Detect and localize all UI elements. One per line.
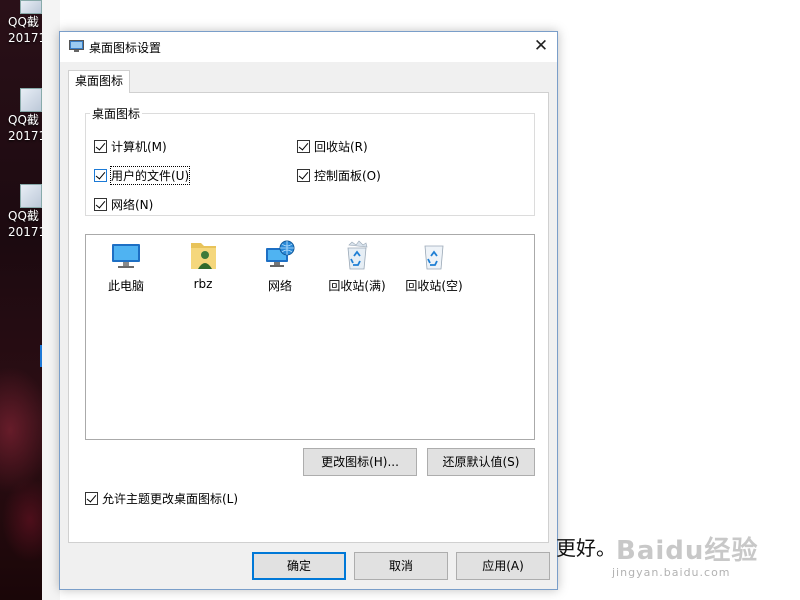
desktop-icon-sublabel: 20171	[8, 31, 42, 45]
allow-theme-change-checkbox[interactable]: 允许主题更改桌面图标(L)	[85, 490, 238, 507]
desktop-icon[interactable]: QQ截 20171	[0, 184, 42, 240]
desktop-icon-label: QQ截	[8, 113, 39, 127]
change-icon-button[interactable]: 更改图标(H)...	[303, 448, 417, 476]
icon-item-user-folder[interactable]: rbz	[165, 239, 241, 291]
desktop-icons-group: 桌面图标 计算机(M) 回收站(R) 用户的文件(U) 控制面板(O) 网络(N…	[85, 105, 535, 216]
group-label: 桌面图标	[92, 107, 141, 121]
recycle-bin-checkbox[interactable]: 回收站(R)	[297, 138, 368, 155]
file-thumbnail-icon	[20, 88, 42, 112]
control-panel-checkbox[interactable]: 控制面板(O)	[297, 167, 381, 184]
icon-label: 回收站(空)	[405, 279, 463, 293]
icon-label: 网络	[267, 279, 292, 293]
checkbox-box[interactable]	[85, 492, 98, 505]
user-files-checkbox[interactable]: 用户的文件(U)	[94, 166, 191, 185]
network-checkbox[interactable]: 网络(N)	[94, 196, 153, 213]
checkbox-box[interactable]	[297, 169, 310, 182]
computer-checkbox[interactable]: 计算机(M)	[94, 138, 167, 155]
checkbox-label: 回收站(R)	[314, 140, 368, 154]
checkbox-label: 计算机(M)	[111, 140, 167, 154]
icon-list[interactable]: 此电脑 rbz 网络 回收站(满) 回收站(空)	[85, 234, 535, 440]
desktop-icon-sublabel: 20171	[8, 129, 42, 143]
checkbox-box[interactable]	[94, 140, 107, 153]
ok-button[interactable]: 确定	[252, 552, 346, 580]
desktop-icon-label: QQ截	[8, 15, 39, 29]
desktop-background: QQ截 20171 QQ截 20171 QQ截 20171	[0, 0, 42, 600]
icon-item-network[interactable]: 网络	[242, 239, 318, 294]
icon-label: 此电脑	[107, 279, 144, 293]
monitor-icon	[69, 40, 84, 52]
icon-label: 回收站(满)	[328, 279, 386, 293]
close-icon: ✕	[533, 36, 549, 56]
file-thumbnail-icon	[20, 0, 42, 14]
user-folder-icon	[191, 243, 216, 269]
icon-item-recycle-bin-full[interactable]: 回收站(满)	[319, 239, 395, 294]
icon-item-this-pc[interactable]: 此电脑	[88, 239, 164, 294]
checkbox-label: 网络(N)	[111, 198, 154, 212]
icon-label: rbz	[193, 277, 213, 291]
dialog-title: 桌面图标设置	[89, 41, 162, 55]
background-text: 更好。	[556, 536, 616, 560]
desktop-icon-label: QQ截	[8, 209, 39, 223]
recycle-bin-full-icon	[347, 240, 368, 270]
checkbox-box[interactable]	[94, 198, 107, 211]
recycle-bin-empty-icon	[424, 245, 444, 270]
file-thumbnail-icon	[20, 184, 42, 208]
computer-icon	[112, 244, 140, 268]
cancel-button[interactable]: 取消	[354, 552, 448, 580]
desktop-icon[interactable]: QQ截 20171	[0, 0, 42, 46]
watermark-logo: Baidu经验	[616, 536, 759, 566]
checkbox-label: 控制面板(O)	[314, 169, 381, 183]
checkbox-label: 用户的文件(U)	[109, 166, 191, 185]
desktop-icon-sublabel: 20171	[8, 225, 42, 239]
checkbox-label: 允许主题更改桌面图标(L)	[102, 492, 239, 506]
checkbox-box[interactable]	[94, 169, 107, 182]
restore-default-button[interactable]: 还原默认值(S)	[427, 448, 535, 476]
network-icon	[266, 240, 295, 267]
apply-button[interactable]: 应用(A)	[456, 552, 550, 580]
background-window-edge	[42, 0, 60, 600]
watermark-url: jingyan.baidu.com	[612, 566, 731, 579]
title-bar[interactable]: 桌面图标设置 ✕	[60, 32, 557, 62]
close-button[interactable]: ✕	[525, 32, 557, 62]
checkbox-box[interactable]	[297, 140, 310, 153]
desktop-icon[interactable]: QQ截 20171	[0, 88, 42, 144]
tab-panel: 桌面图标 计算机(M) 回收站(R) 用户的文件(U) 控制面板(O) 网络(N…	[68, 92, 549, 543]
desktop-icon-settings-dialog: 桌面图标设置 ✕ 桌面图标 桌面图标 计算机(M) 回收站(R) 用户的文件(U…	[59, 31, 558, 590]
tab-desktop-icons[interactable]: 桌面图标	[68, 70, 130, 93]
icon-item-recycle-bin-empty[interactable]: 回收站(空)	[396, 239, 472, 294]
